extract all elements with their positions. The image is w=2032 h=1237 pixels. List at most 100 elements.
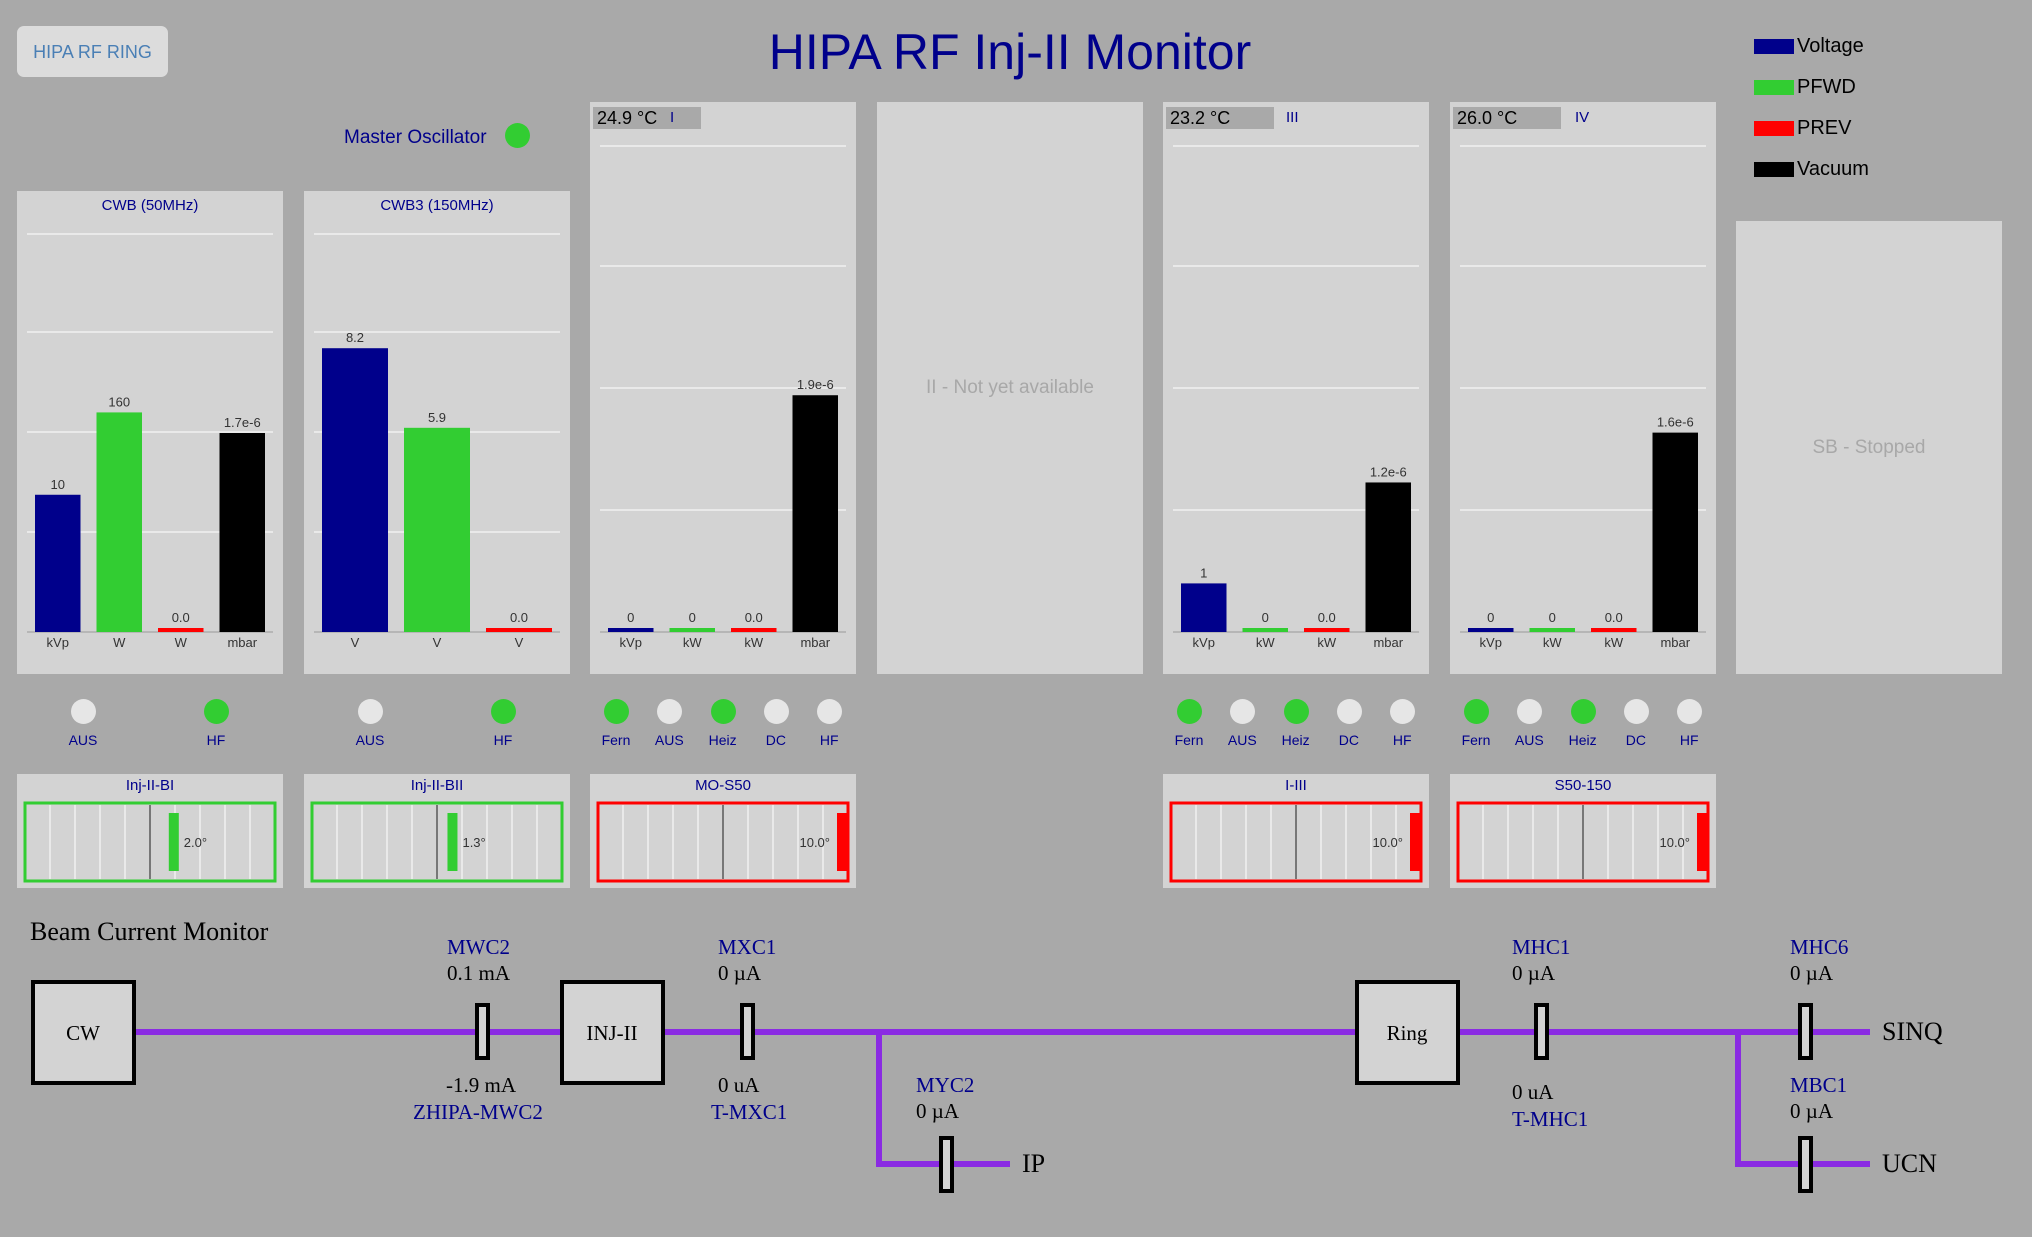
bar-unit-label: kVp — [1480, 635, 1502, 650]
mbc1-monitor[interactable] — [1798, 1136, 1813, 1193]
bar-unit-label: V — [433, 635, 442, 650]
status-led-label: HF — [493, 732, 513, 748]
bar-unit-label: kVp — [1193, 635, 1215, 650]
panel-title: CWB3 (150MHz) — [380, 197, 494, 214]
phase-meter-needle — [1410, 813, 1420, 871]
mxc1-monitor[interactable] — [740, 1003, 755, 1060]
sinq-target-label: SINQ — [1882, 1017, 1943, 1046]
legend-swatch — [1754, 80, 1794, 95]
bar-value-label: 1.6e-6 — [1657, 415, 1694, 430]
mhc6-monitor[interactable] — [1798, 1003, 1813, 1060]
phase-meter-value: 10.0° — [1372, 835, 1403, 850]
bar — [219, 433, 265, 632]
status-led-label: AUS — [68, 732, 98, 748]
inj-ii-label: INJ-II — [586, 1021, 637, 1045]
legend-label: PFWD — [1797, 76, 1856, 98]
panel-title: I — [670, 109, 675, 126]
myc2-monitor[interactable] — [939, 1136, 954, 1193]
status-led-aus — [358, 699, 383, 724]
myc2-value: 0 µA — [916, 1099, 960, 1123]
status-led-heiz — [1570, 699, 1596, 724]
phase-meter-gauge: 10.0° — [596, 801, 850, 883]
bar-unit-label: W — [175, 635, 188, 650]
legend-item-voltage: Voltage — [1754, 26, 1869, 67]
status-led-fern — [1464, 699, 1489, 724]
bar-value-label: 5.9 — [428, 410, 446, 425]
panel-cavity-4: 26.0 °C IV 0 kVp 0 kW 0.0 kW 1.6e-6 mbar — [1450, 102, 1716, 674]
status-led-hf — [1390, 699, 1416, 724]
status-led-label: AUS — [1514, 732, 1544, 748]
bar-unit-label: V — [515, 635, 524, 650]
bar-unit-label: kVp — [620, 635, 642, 650]
bar-value-label: 0 — [1487, 610, 1494, 625]
bar — [1591, 628, 1637, 632]
cwb3-bar-chart: 8.2 V 5.9 V 0.0 V — [314, 233, 560, 650]
mwc2-name: MWC2 — [447, 935, 510, 959]
mbc1-value: 0 µA — [1790, 1099, 1834, 1123]
hipa-rf-ring-button[interactable]: HIPA RF RING — [17, 26, 168, 77]
status-led-aus — [71, 699, 96, 724]
panel-cwb3: CWB3 (150MHz) 8.2 V 5.9 V 0.0 V — [304, 191, 570, 674]
bar-value-label: 0.0 — [1318, 610, 1336, 625]
bar — [1529, 628, 1575, 632]
phase-meter-value: 10.0° — [1659, 835, 1690, 850]
mwc2-monitor[interactable] — [475, 1003, 490, 1060]
bar-value-label: 0.0 — [510, 610, 528, 625]
bar-value-label: 160 — [108, 394, 130, 409]
status-led-dc — [1623, 699, 1649, 724]
status-led-aus — [657, 699, 683, 724]
phase-meter-value: 10.0° — [799, 835, 830, 850]
myc2-name: MYC2 — [916, 1073, 974, 1097]
phase-meter-needle — [447, 813, 458, 871]
bar-unit-label: kW — [1604, 635, 1624, 650]
t-mxc1-name: T-MXC1 — [711, 1100, 787, 1124]
cwb-bar-chart: 10 kVp 160 W 0.0 W 1.7e-6 mbar — [27, 233, 273, 650]
status-led-label: Heiz — [708, 732, 737, 748]
bar-value-label: 0 — [1549, 610, 1556, 625]
mhc6-value: 0 µA — [1790, 961, 1834, 985]
phase-meter-value: 2.0° — [184, 835, 207, 850]
bar — [792, 395, 838, 632]
bar-unit-label: kW — [683, 635, 703, 650]
master-oscillator-label: Master Oscillator — [344, 127, 487, 148]
beam-pipes — [133, 1029, 1870, 1167]
bar-value-label: 0 — [1262, 610, 1269, 625]
bar-unit-label: kVp — [47, 635, 69, 650]
phase-meter-needle — [1697, 813, 1707, 871]
bar-value-label: 0 — [627, 610, 634, 625]
mhc1-value: 0 µA — [1512, 961, 1556, 985]
status-led-label: DC — [1338, 732, 1359, 748]
status-led-aus — [1517, 699, 1543, 724]
status-led-dc — [1336, 699, 1362, 724]
status-led-hf — [817, 699, 843, 724]
bar — [1304, 628, 1350, 632]
t-mxc1-value: 0 uA — [718, 1073, 760, 1097]
status-led-label: HF — [819, 732, 839, 748]
status-led-label: AUS — [1227, 732, 1257, 748]
phase-meter-gauge: 2.0° — [23, 801, 277, 883]
mxc1-value: 0 µA — [718, 961, 762, 985]
phase-meter-panel: I-III 10.0° — [1163, 774, 1429, 888]
mhc1-monitor[interactable] — [1534, 1003, 1549, 1060]
legend-item-pfwd: PFWD — [1754, 67, 1869, 108]
bar-value-label: 10 — [51, 477, 65, 492]
mwc2-value: 0.1 mA — [447, 961, 511, 985]
bar-unit-label: mbar — [227, 635, 257, 650]
page-title: HIPA RF Inj-II Monitor — [768, 24, 1252, 80]
zhipa-mwc2-name: ZHIPA-MWC2 — [413, 1100, 543, 1124]
status-led-dc — [763, 699, 789, 724]
panel-title: III — [1286, 109, 1299, 126]
legend-item-prev: PREV — [1754, 108, 1869, 149]
temperature-readout: 23.2 °C — [1166, 107, 1274, 129]
cavity-1-bar-chart: 0 kVp 0 kW 0.0 kW 1.9e-6 mbar — [600, 145, 846, 650]
bar-unit-label: mbar — [1660, 635, 1690, 650]
panel-cavity-2: II - Not yet available — [877, 102, 1143, 674]
chart-legend: Voltage PFWD PREV Vacuum — [1754, 26, 1869, 190]
bar-value-label: 0 — [689, 610, 696, 625]
legend-swatch — [1754, 121, 1794, 136]
mhc6-name: MHC6 — [1790, 935, 1848, 959]
status-led-label: HF — [206, 732, 226, 748]
panel-cwb: CWB (50MHz) 10 kVp 160 W 0.0 W 1.7e-6 mbar — [17, 191, 283, 674]
phase-meter-panel: Inj-II-BI 2.0° — [17, 774, 283, 888]
legend-item-vacuum: Vacuum — [1754, 149, 1869, 190]
